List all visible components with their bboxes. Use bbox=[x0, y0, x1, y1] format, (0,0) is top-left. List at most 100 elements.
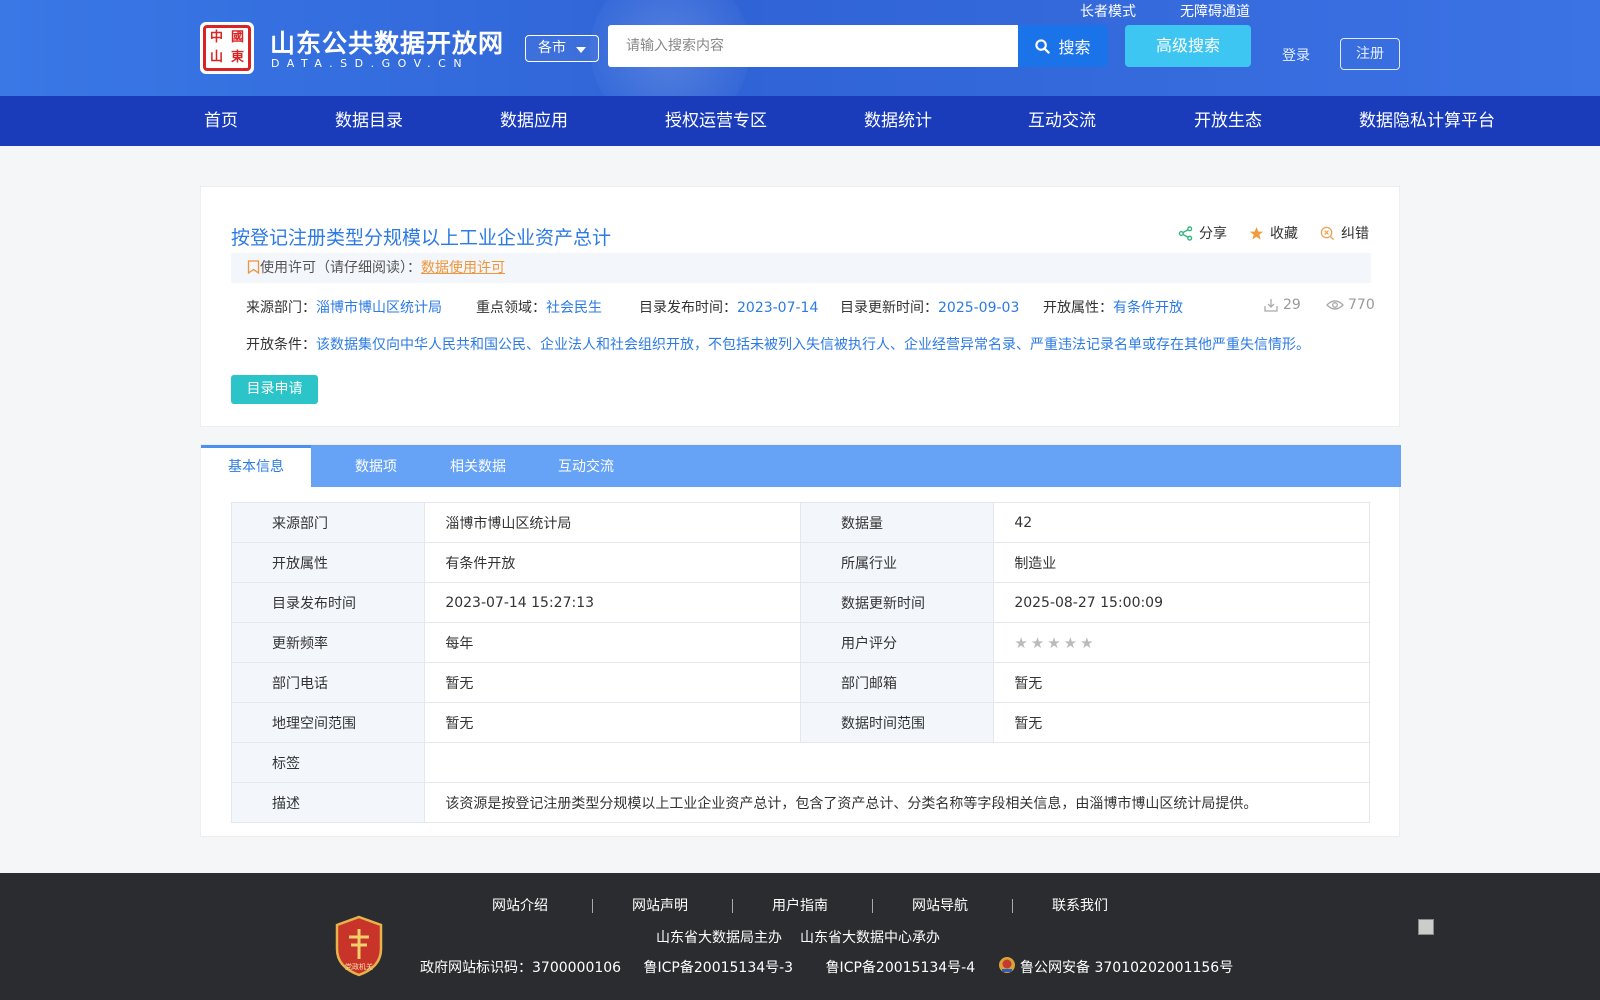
table-row: 更新频率 每年 用户评分 ★ ★ ★ ★ ★ bbox=[230, 622, 1370, 663]
nav-item-catalog[interactable]: 数据目录 bbox=[335, 96, 403, 146]
footer-divider bbox=[732, 899, 733, 913]
table-row: 开放属性 有条件开放 所属行业 制造业 bbox=[230, 542, 1370, 583]
dataset-meta: 来源部门：淄博市博山区统计局 重点领域：社会民生 目录发布时间：2023-07-… bbox=[246, 297, 1375, 317]
gov-site-id: 政府网站标识码：3700000106 bbox=[420, 960, 622, 976]
meta-update-time: 目录更新时间：2025-09-03 bbox=[840, 300, 1020, 316]
tab-data-items[interactable]: 数据项 bbox=[331, 445, 421, 487]
footer-registrations: 政府网站标识码：3700000106 鲁ICP备20015134号-3 鲁ICP… bbox=[420, 956, 1233, 977]
meta-domain: 重点领域：社会民生 bbox=[476, 300, 602, 316]
tags-value bbox=[424, 742, 1370, 783]
view-count: 770 bbox=[1326, 297, 1375, 313]
register-button[interactable]: 注册 bbox=[1340, 38, 1400, 70]
nav-item-apps[interactable]: 数据应用 bbox=[500, 96, 568, 146]
city-select[interactable]: 各市 bbox=[525, 35, 599, 62]
description-label: 描述 bbox=[230, 782, 426, 823]
detail-panel: 基本信息 数据项 相关数据 互动交流 来源部门 淄博市博山区统计局 数据量 42 开… bbox=[200, 444, 1401, 837]
download-icon bbox=[1264, 299, 1278, 312]
party-government-badge-icon[interactable]: 党政机关 bbox=[333, 915, 385, 977]
search-button-label: 搜索 bbox=[1058, 38, 1091, 57]
license-link[interactable]: 数据使用许可 bbox=[421, 260, 505, 276]
elder-mode-link[interactable]: 长者模式 bbox=[1080, 1, 1136, 21]
meta-publish-time: 目录发布时间：2023-07-14 bbox=[639, 300, 819, 316]
meta-open-type: 开放属性：有条件开放 bbox=[1043, 300, 1183, 316]
license-bar: 使用许可（请仔细阅读）：数据使用许可 bbox=[231, 253, 1371, 283]
tags-label: 标签 bbox=[230, 742, 426, 783]
footer-link-contact[interactable]: 联系我们 bbox=[1052, 895, 1108, 915]
icp-link[interactable]: 鲁ICP备20015134号-4 bbox=[826, 960, 976, 976]
star-icon[interactable]: ★ bbox=[1080, 634, 1093, 652]
police-emblem-icon bbox=[998, 957, 1020, 976]
svg-text:党政机关: 党政机关 bbox=[345, 962, 373, 971]
icp-link[interactable]: 鲁ICP备20015134号-3 bbox=[644, 960, 794, 976]
eye-icon bbox=[1326, 300, 1344, 310]
star-icon[interactable]: ★ bbox=[1047, 634, 1060, 652]
star-icon[interactable]: ★ bbox=[1031, 634, 1044, 652]
broken-image-icon bbox=[1418, 919, 1434, 935]
dataset-summary-card: 按登记注册类型分规模以上工业企业资产总计 分享 收藏 纠错 使用许可（请仔细阅读… bbox=[200, 186, 1400, 427]
table-row: 描述 该资源是按登记注册类型分规模以上工业企业资产总计，包含了资产总计、分类名称… bbox=[230, 782, 1370, 823]
favorite-button[interactable]: 收藏 bbox=[1249, 223, 1298, 243]
meta-source-value[interactable]: 淄博市博山区统计局 bbox=[316, 300, 442, 316]
bookmark-icon bbox=[247, 260, 260, 275]
site-header: 中國 山東 山东公共数据开放网 DATA.SD.GOV.CN 各市 搜索 高级搜… bbox=[0, 0, 1600, 96]
site-domain: DATA.SD.GOV.CN bbox=[271, 57, 470, 70]
main-nav: 首页 数据目录 数据应用 授权运营专区 数据统计 互动交流 开放生态 数据隐私计… bbox=[0, 96, 1600, 146]
license-prefix: 使用许可（请仔细阅读）： bbox=[260, 260, 421, 276]
open-condition: 开放条件：该数据集仅向中华人民共和国公民、企业法人和社会组织开放，不包括未被列入… bbox=[246, 337, 1310, 353]
tab-basic-info[interactable]: 基本信息 bbox=[201, 445, 311, 487]
footer-host: 山东省大数据局主办 山东省大数据中心承办 bbox=[656, 930, 940, 946]
download-count: 29 bbox=[1263, 297, 1301, 313]
basic-info-table: 来源部门 淄博市博山区统计局 数据量 42 开放属性 有条件开放 所属行业 制造业 目录… bbox=[230, 502, 1370, 823]
login-link[interactable]: 登录 bbox=[1282, 45, 1310, 65]
nav-item-authorized-ops[interactable]: 授权运营专区 bbox=[665, 96, 767, 146]
footer-link-about[interactable]: 网站介绍 bbox=[492, 895, 548, 915]
accessibility-link[interactable]: 无障碍通道 bbox=[1180, 1, 1250, 21]
table-row: 地理空间范围 暂无 数据时间范围 暂无 bbox=[230, 702, 1370, 743]
site-logo-icon[interactable]: 中國 山東 bbox=[200, 22, 254, 74]
city-select-label: 各市 bbox=[538, 40, 566, 56]
dataset-actions: 分享 收藏 纠错 bbox=[1178, 223, 1369, 243]
favorite-label: 收藏 bbox=[1270, 226, 1298, 242]
share-label: 分享 bbox=[1199, 226, 1227, 242]
tab-interaction[interactable]: 互动交流 bbox=[541, 445, 631, 487]
nav-item-privacy-computing[interactable]: 数据隐私计算平台 bbox=[1359, 96, 1495, 146]
footer-link-statement[interactable]: 网站声明 bbox=[632, 895, 688, 915]
footer-divider bbox=[1012, 899, 1013, 913]
correct-button[interactable]: 纠错 bbox=[1320, 223, 1369, 243]
footer-divider bbox=[872, 899, 873, 913]
site-footer: 党政机关 网站介绍 网站声明 用户指南 网站导航 联系我们 山东省大数据局主办山… bbox=[0, 873, 1600, 1000]
advanced-search-button[interactable]: 高级搜索 bbox=[1125, 25, 1251, 67]
table-row: 标签 bbox=[230, 742, 1370, 783]
nav-item-home[interactable]: 首页 bbox=[204, 96, 238, 146]
tab-related-data[interactable]: 相关数据 bbox=[433, 445, 523, 487]
search-button[interactable]: 搜索 bbox=[1018, 25, 1108, 67]
nav-item-interaction[interactable]: 互动交流 bbox=[1028, 96, 1096, 146]
caret-down-icon bbox=[576, 47, 586, 53]
footer-divider bbox=[592, 899, 593, 913]
dataset-title: 按登记注册类型分规模以上工业企业资产总计 bbox=[231, 227, 612, 249]
correction-icon bbox=[1320, 226, 1335, 240]
police-record-link[interactable]: 鲁公网安备 37010202001156号 bbox=[1020, 960, 1233, 976]
share-icon bbox=[1178, 225, 1193, 241]
share-button[interactable]: 分享 bbox=[1178, 223, 1227, 243]
footer-link-sitemap[interactable]: 网站导航 bbox=[912, 895, 968, 915]
nav-item-stats[interactable]: 数据统计 bbox=[864, 96, 932, 146]
star-icon[interactable]: ★ bbox=[1014, 634, 1027, 652]
open-condition-value: 该数据集仅向中华人民共和国公民、企业法人和社会组织开放，不包括未被列入失信被执行… bbox=[316, 337, 1310, 353]
description-value: 该资源是按登记注册类型分规模以上工业企业资产总计，包含了资产总计、分类名称等字段… bbox=[424, 782, 1370, 823]
nav-item-ecosystem[interactable]: 开放生态 bbox=[1194, 96, 1262, 146]
catalog-apply-button[interactable]: 目录申请 bbox=[231, 375, 318, 404]
footer-link-guide[interactable]: 用户指南 bbox=[772, 895, 828, 915]
user-rating[interactable]: ★ ★ ★ ★ ★ bbox=[1014, 634, 1349, 652]
meta-source: 来源部门：淄博市博山区统计局 bbox=[246, 300, 442, 316]
table-row: 来源部门 淄博市博山区统计局 数据量 42 bbox=[230, 502, 1370, 543]
seal-icon: 中國 山東 bbox=[203, 25, 251, 71]
site-title[interactable]: 山东公共数据开放网 bbox=[270, 24, 504, 60]
table-row: 部门电话 暂无 部门邮箱 暂无 bbox=[230, 662, 1370, 703]
search-icon bbox=[1035, 38, 1051, 54]
detail-tabs: 基本信息 数据项 相关数据 互动交流 bbox=[201, 445, 1401, 487]
table-row: 目录发布时间 2023-07-14 15:27:13 数据更新时间 2025-08-… bbox=[230, 582, 1370, 623]
star-icon[interactable]: ★ bbox=[1064, 634, 1077, 652]
search-input[interactable] bbox=[608, 25, 1018, 67]
meta-domain-value[interactable]: 社会民生 bbox=[546, 300, 602, 316]
